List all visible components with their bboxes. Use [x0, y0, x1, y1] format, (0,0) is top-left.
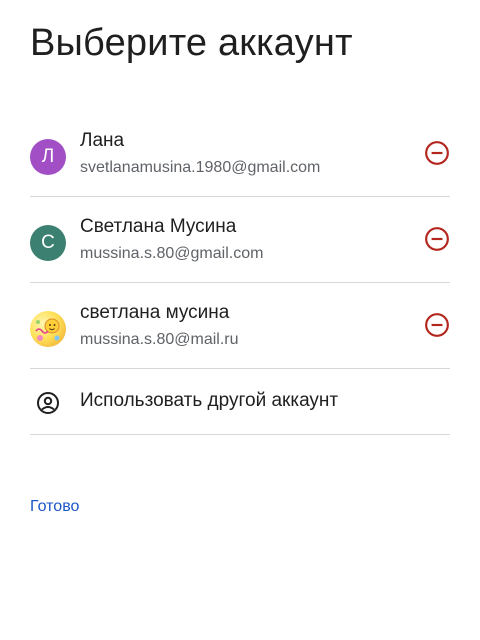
account-list: Л Лана svetlanamusina.1980@gmail.com С С…	[30, 111, 450, 435]
account-row-lana[interactable]: Л Лана svetlanamusina.1980@gmail.com	[30, 111, 450, 197]
done-button[interactable]: Готово	[30, 498, 79, 516]
account-email: mussina.s.80@gmail.com	[80, 245, 264, 262]
remove-account-icon[interactable]	[424, 140, 450, 166]
avatar-photo	[30, 311, 66, 347]
remove-account-icon[interactable]	[424, 226, 450, 252]
account-email: mussina.s.80@mail.ru	[80, 331, 239, 348]
account-name: светлана мусина	[80, 302, 230, 323]
use-another-account-button[interactable]: Использовать другой аккаунт	[30, 369, 450, 435]
avatar-svetlana: С	[30, 225, 66, 261]
use-another-account-label: Использовать другой аккаунт	[80, 390, 339, 411]
account-name: Лана	[80, 130, 125, 151]
avatar-lana: Л	[30, 139, 66, 175]
account-row-svetlana[interactable]: С Светлана Мусина mussina.s.80@gmail.com	[30, 197, 450, 283]
page-title: Выберите аккаунт	[30, 22, 353, 64]
account-name: Светлана Мусина	[80, 216, 237, 237]
remove-account-icon[interactable]	[424, 312, 450, 338]
account-row-mailru[interactable]: светлана мусина mussina.s.80@mail.ru	[30, 283, 450, 369]
account-email: svetlanamusina.1980@gmail.com	[80, 159, 321, 176]
account-circle-icon	[37, 392, 59, 414]
